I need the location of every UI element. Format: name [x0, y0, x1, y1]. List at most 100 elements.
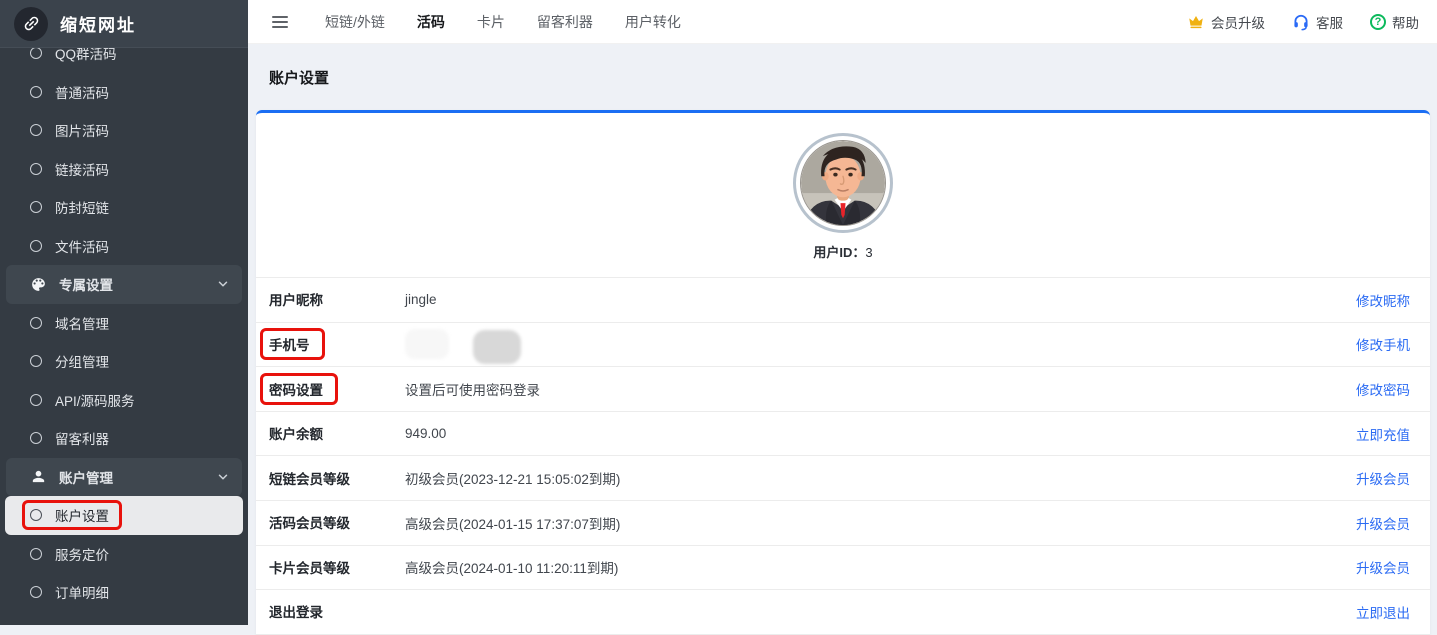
row-value: 初级会员(2023-12-21 15:05:02到期) — [405, 468, 1356, 488]
action-nickname[interactable]: 修改昵称 — [1356, 290, 1410, 310]
page-header: 账户设置 — [248, 44, 1437, 110]
sidebar-item-service-pricing[interactable]: 服务定价 — [0, 535, 248, 574]
sidebar-item-file-qr[interactable]: 文件活码 — [0, 227, 248, 266]
action-card-member-level[interactable]: 升级会员 — [1356, 557, 1410, 577]
sidebar-item-image-qr[interactable]: 图片活码 — [0, 111, 248, 150]
chevron-down-icon — [216, 470, 230, 484]
sidebar-item-label: 域名管理 — [55, 313, 109, 333]
tab-card[interactable]: 卡片 — [477, 12, 505, 32]
settings-row-qr-member-level: 活码会员等级 高级会员(2024-01-15 17:37:07到期) 升级会员 — [256, 501, 1430, 546]
sidebar-item-label: 分组管理 — [55, 351, 109, 371]
row-label: 密码设置 — [260, 373, 338, 405]
sidebar-item-account-management[interactable]: 账户管理 — [6, 458, 242, 497]
sidebar-item-api-source-service[interactable]: API/源码服务 — [0, 381, 248, 420]
row-value: 高级会员(2024-01-15 17:37:07到期) — [405, 513, 1356, 533]
account-settings-card: 用户ID：3 用户昵称 jingle 修改昵称 手机号 修改手机 密码设置 设置… — [256, 110, 1430, 635]
headset-icon — [1292, 13, 1310, 31]
circle-icon — [30, 47, 42, 59]
tab-user-conversion[interactable]: 用户转化 — [625, 12, 681, 32]
row-label: 用户昵称 — [269, 289, 323, 309]
member-upgrade-button[interactable]: 会员升级 — [1187, 12, 1265, 32]
redacted-phone — [405, 324, 521, 364]
topbar-actions: 会员升级 客服 ? 帮助 — [1187, 12, 1437, 32]
settings-rows: 用户昵称 jingle 修改昵称 手机号 修改手机 密码设置 设置后可使用密码登… — [256, 277, 1430, 635]
settings-row-phone: 手机号 修改手机 — [256, 323, 1430, 368]
sidebar-item-domain-management[interactable]: 域名管理 — [0, 304, 248, 343]
app-title: 缩短网址 — [60, 11, 136, 36]
sidebar-item-link-qr[interactable]: 链接活码 — [0, 150, 248, 189]
user-id: 用户ID：3 — [256, 242, 1430, 261]
row-value: 设置后可使用密码登录 — [405, 379, 1356, 399]
row-label: 账户余额 — [269, 423, 323, 443]
settings-row-nickname: 用户昵称 jingle 修改昵称 — [256, 278, 1430, 323]
row-label: 短链会员等级 — [269, 468, 350, 488]
action-balance[interactable]: 立即充值 — [1356, 424, 1410, 444]
user-id-value: 3 — [865, 245, 872, 260]
sidebar-item-label: 文件活码 — [55, 236, 109, 256]
sidebar-item-label: 图片活码 — [55, 120, 109, 140]
sidebar-item-group-management[interactable]: 分组管理 — [0, 342, 248, 381]
sidebar-item-label: 链接活码 — [55, 159, 109, 179]
sidebar-header: 缩短网址 — [0, 0, 248, 48]
sidebar-item-label: 专属设置 — [59, 274, 113, 294]
action-qr-member-level[interactable]: 升级会员 — [1356, 513, 1410, 533]
sidebar-item-anti-block-shortlink[interactable]: 防封短链 — [0, 188, 248, 227]
tab-live-qr[interactable]: 活码 — [417, 12, 445, 32]
settings-row-shortlink-member-level: 短链会员等级 初级会员(2023-12-21 15:05:02到期) 升级会员 — [256, 456, 1430, 501]
palette-icon — [30, 276, 47, 293]
user-id-label: 用户ID： — [813, 245, 865, 260]
circle-icon — [30, 163, 42, 175]
row-value — [405, 324, 1356, 364]
topbar-tabs: 短链/外链 活码 卡片 留客利器 用户转化 — [325, 12, 681, 32]
page-title: 账户设置 — [269, 67, 329, 88]
hamburger-menu-icon[interactable] — [270, 12, 290, 32]
row-label: 手机号 — [260, 328, 325, 360]
topbar: 短链/外链 活码 卡片 留客利器 用户转化 会员升级 客服 — [248, 0, 1437, 44]
tab-retention-tool[interactable]: 留客利器 — [537, 12, 593, 32]
circle-icon — [30, 355, 42, 367]
circle-icon — [30, 124, 42, 136]
row-value: 949.00 — [405, 426, 1356, 441]
circle-icon — [30, 548, 42, 560]
sidebar-item-label: 账户管理 — [59, 467, 113, 487]
customer-service-button[interactable]: 客服 — [1292, 12, 1343, 32]
settings-row-card-member-level: 卡片会员等级 高级会员(2024-01-10 11:20:11到期) 升级会员 — [256, 546, 1430, 591]
sidebar-item-exclusive-settings[interactable]: 专属设置 — [6, 265, 242, 304]
sidebar-item-label: 服务定价 — [55, 544, 109, 564]
link-icon — [14, 7, 48, 41]
action-label: 客服 — [1316, 12, 1343, 32]
settings-row-logout: 退出登录 立即退出 — [256, 590, 1430, 635]
sidebar-item-label: 普通活码 — [55, 82, 109, 102]
tab-shortlink-external[interactable]: 短链/外链 — [325, 12, 385, 32]
sidebar-item-account-settings[interactable]: 账户设置 — [5, 496, 243, 535]
sidebar-menu: QQ群活码 普通活码 图片活码 链接活码 — [0, 34, 248, 612]
sidebar: 缩短网址 QQ群活码 普通活码 图片活码 — [0, 0, 248, 625]
action-label: 帮助 — [1392, 12, 1419, 32]
action-logout[interactable]: 立即退出 — [1356, 602, 1410, 622]
circle-icon — [30, 509, 42, 521]
circle-icon — [30, 394, 42, 406]
circle-icon — [30, 201, 42, 213]
circle-icon — [30, 86, 42, 98]
action-label: 会员升级 — [1211, 12, 1265, 32]
action-password[interactable]: 修改密码 — [1356, 379, 1410, 399]
action-phone[interactable]: 修改手机 — [1356, 334, 1410, 354]
row-label: 退出登录 — [269, 601, 323, 621]
sidebar-item-label: 账户设置 — [55, 505, 109, 525]
sidebar-item-order-details[interactable]: 订单明细 — [0, 573, 248, 612]
circle-icon — [30, 240, 42, 252]
action-shortlink-member-level[interactable]: 升级会员 — [1356, 468, 1410, 488]
sidebar-item-label: 留客利器 — [55, 428, 109, 448]
settings-row-password: 密码设置 设置后可使用密码登录 修改密码 — [256, 367, 1430, 412]
chevron-down-icon — [216, 277, 230, 291]
sidebar-item-label: 防封短链 — [55, 197, 109, 217]
row-label: 卡片会员等级 — [269, 557, 350, 577]
user-icon — [30, 468, 47, 485]
sidebar-item-normal-qr[interactable]: 普通活码 — [0, 73, 248, 112]
help-button[interactable]: ? 帮助 — [1370, 12, 1419, 32]
row-value: 高级会员(2024-01-10 11:20:11到期) — [405, 557, 1356, 577]
sidebar-item-label: 订单明细 — [55, 582, 109, 602]
circle-icon — [30, 432, 42, 444]
sidebar-item-retention-tool[interactable]: 留客利器 — [0, 419, 248, 458]
help-icon: ? — [1370, 14, 1386, 30]
